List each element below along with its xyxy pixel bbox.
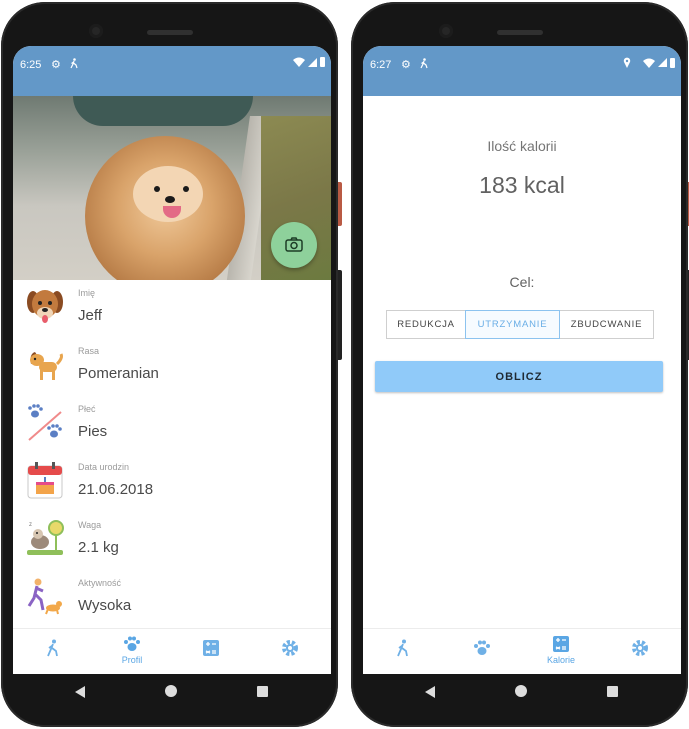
power-button (338, 182, 342, 226)
gear-icon (632, 640, 648, 656)
battery-icon (320, 57, 325, 67)
front-camera (89, 24, 103, 38)
settings-status-icon: ⚙ (51, 59, 61, 71)
recent-apps-button[interactable] (257, 686, 268, 697)
photo-bush (73, 96, 253, 126)
calculate-button[interactable]: OBLICZ (375, 361, 663, 392)
walk-status-icon (419, 58, 429, 72)
system-navigation (13, 674, 331, 714)
breed-value: Pomeranian (78, 365, 159, 382)
goal-selector: REDUKCJA UTRZYMANIE ZBUDCWANIE (386, 310, 654, 339)
phone-left: 6:25 ⚙ Imię Jeff Rasa Pomeranian Płeć Pi… (1, 2, 342, 727)
nav-profil[interactable] (452, 629, 512, 674)
status-icons (293, 57, 325, 67)
earpiece-speaker (147, 30, 193, 35)
camera-rotate-icon (285, 237, 303, 252)
wifi-icon (643, 58, 655, 68)
volume-button (338, 270, 342, 360)
birthdate-label: Data urodzin (78, 462, 130, 472)
paw-prints-icon (28, 404, 62, 441)
profile-row-birthdate[interactable]: Data urodzin 21.06.2018 (13, 456, 331, 514)
profile-row-activity[interactable]: Aktywność Wysoka (13, 572, 331, 630)
dog-face-icon (27, 290, 63, 323)
signal-icon (658, 58, 667, 67)
home-button[interactable] (165, 685, 177, 697)
status-bar: 6:25 ⚙ (13, 46, 331, 96)
bottom-navigation: Kalorie (363, 628, 681, 674)
running-with-dog-icon (27, 578, 62, 615)
nav-profil-label: Profil (121, 655, 143, 665)
dog-nose (165, 196, 175, 203)
change-photo-button[interactable] (271, 222, 317, 268)
front-camera (439, 24, 453, 38)
name-value: Jeff (78, 307, 102, 324)
goal-title: Cel: (509, 274, 535, 290)
walk-icon (47, 639, 58, 657)
nav-settings[interactable] (260, 629, 320, 674)
breed-label: Rasa (78, 346, 100, 356)
profile-screen: 6:25 ⚙ Imię Jeff Rasa Pomeranian Płeć Pi… (13, 46, 331, 674)
signal-icon (308, 57, 317, 67)
status-bar: 6:27 ⚙ (363, 46, 681, 96)
svg-text:z: z (29, 522, 32, 528)
birthday-calendar-icon (27, 462, 63, 499)
dog-eye-left (154, 186, 160, 192)
system-navigation (363, 674, 681, 714)
name-label: Imię (78, 288, 96, 298)
nav-kalorie-label: Kalorie (546, 655, 575, 665)
sex-label: Płeć (78, 404, 96, 414)
paw-icon (124, 636, 140, 651)
nav-kalorie[interactable]: Kalorie (531, 629, 591, 674)
status-time: 6:25 (20, 59, 42, 71)
activity-value: Wysoka (78, 597, 132, 614)
recent-apps-button[interactable] (607, 686, 618, 697)
walk-icon (397, 639, 408, 657)
dog-eye-right (183, 186, 189, 192)
profile-row-sex[interactable]: Płeć Pies (13, 398, 331, 456)
status-icons (623, 57, 675, 68)
settings-status-icon: ⚙ (401, 59, 411, 71)
calculator-icon (553, 636, 569, 652)
nav-kalorie[interactable] (181, 629, 241, 674)
battery-icon (670, 57, 675, 68)
calories-value: 183 kcal (479, 172, 565, 198)
birthdate-value: 21.06.2018 (78, 481, 154, 498)
nav-settings[interactable] (610, 629, 670, 674)
walk-status-icon (69, 58, 79, 72)
weight-label: Waga (78, 520, 102, 530)
back-button[interactable] (75, 686, 85, 698)
calculator-icon (203, 640, 219, 656)
nav-activity[interactable] (373, 629, 433, 674)
gear-icon (282, 640, 298, 656)
goal-option-reduction[interactable]: REDUKCJA (386, 310, 466, 339)
weight-value: 2.1 kg (78, 539, 119, 556)
profile-row-breed[interactable]: Rasa Pomeranian (13, 340, 331, 398)
wifi-icon (293, 57, 305, 67)
profile-row-name[interactable]: Imię Jeff (13, 282, 331, 340)
goal-option-build[interactable]: ZBUDCWANIE (559, 310, 654, 339)
back-button[interactable] (425, 686, 435, 698)
paw-icon (474, 640, 490, 655)
nav-activity[interactable] (23, 629, 83, 674)
profile-row-weight[interactable]: z Waga 2.1 kg (13, 514, 331, 572)
goal-option-maintenance[interactable]: UTRZYMANIE (465, 310, 560, 339)
dog-breed-icon (30, 352, 63, 380)
calories-screen: 6:27 ⚙ Ilość kalorii 183 kcal Cel: REDUK… (363, 46, 681, 674)
nav-profil[interactable]: Profil (102, 629, 162, 674)
dog-scale-icon: z (27, 520, 64, 555)
earpiece-speaker (497, 30, 543, 35)
sex-value: Pies (78, 423, 108, 440)
activity-label: Aktywność (78, 578, 122, 588)
calories-title: Ilość kalorii (487, 138, 557, 154)
home-button[interactable] (515, 685, 527, 697)
status-time: 6:27 (370, 59, 392, 71)
location-icon (623, 57, 631, 68)
bottom-navigation: Profil (13, 628, 331, 674)
phone-right: 6:27 ⚙ Ilość kalorii 183 kcal Cel: REDUK… (351, 2, 689, 727)
